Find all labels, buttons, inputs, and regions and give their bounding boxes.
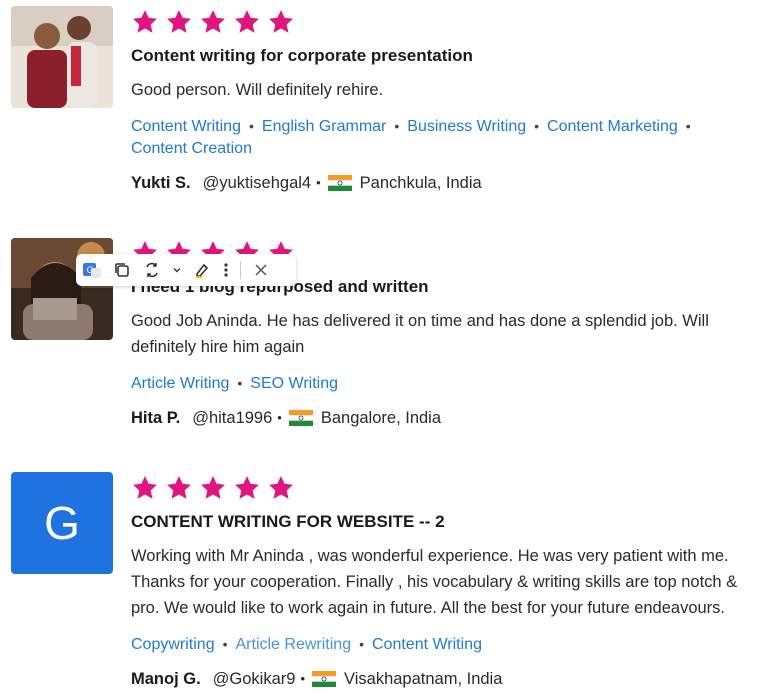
reviewer-name[interactable]: Manoj G.: [131, 668, 201, 690]
skill-link[interactable]: Content Creation: [131, 140, 252, 157]
reviewer-location: Bangalore, India: [320, 409, 442, 427]
skill-link[interactable]: Copywriting: [131, 636, 215, 653]
india-flag-icon: [288, 410, 313, 426]
reviewer-name[interactable]: Hita P.: [131, 407, 180, 429]
rewrite-icon[interactable]: [142, 260, 162, 280]
translate-icon[interactable]: G: [82, 260, 102, 280]
star-icon: [167, 10, 191, 33]
copy-icon[interactable]: [112, 260, 132, 280]
close-icon[interactable]: [251, 260, 271, 280]
skill-link[interactable]: Article Rewriting: [236, 636, 352, 653]
review-text: Good person. Will definitely rehire.: [131, 81, 384, 99]
toolbar-divider: [240, 261, 241, 279]
reviewer-avatar[interactable]: [11, 6, 113, 108]
skill-link[interactable]: SEO Writing: [250, 375, 338, 392]
india-flag-icon: [312, 671, 337, 687]
skill-tags: Copywriting • Article Rewriting • Content Wr…: [131, 636, 482, 653]
reviewer-info: Manoj G. @Gokikar9 • Visakhapatnam, Indi…: [131, 668, 503, 690]
reviewer-location: Visakhapatnam, India: [344, 670, 503, 688]
reviewer-handle: @yuktisehgal4: [202, 174, 312, 192]
skill-link[interactable]: Content Writing: [372, 636, 482, 653]
skill-link[interactable]: Content Writing: [131, 118, 241, 135]
skill-link[interactable]: English Grammar: [262, 118, 386, 135]
review-text: Good Job Aninda. He has delivered it on …: [131, 312, 709, 356]
skill-tags: Article Writing • SEO Writing: [131, 375, 339, 392]
more-options-icon[interactable]: [222, 260, 230, 280]
star-icon: [167, 476, 191, 499]
star-icon: [269, 476, 293, 499]
skill-link[interactable]: Article Writing: [131, 375, 229, 392]
star-icon: [201, 476, 225, 499]
reviewer-avatar[interactable]: G: [11, 472, 113, 574]
review-title: Content writing for corporate presentati…: [131, 46, 473, 65]
reviewer-location: Panchkula, India: [359, 174, 482, 192]
highlight-icon[interactable]: [192, 260, 212, 280]
review-title: CONTENT WRITING FOR WEBSITE -- 2: [131, 512, 445, 531]
star-icon: [133, 10, 157, 33]
star-rating: [131, 471, 760, 505]
reviewer-handle: @hita1996: [192, 409, 273, 427]
floating-toolbar: G: [76, 254, 296, 286]
chevron-down-icon[interactable]: [172, 260, 182, 280]
star-icon: [235, 10, 259, 33]
star-icon: [201, 10, 225, 33]
skill-link[interactable]: Business Writing: [407, 118, 526, 135]
india-flag-icon: [327, 175, 352, 191]
reviewer-info: Yukti S. @yuktisehgal4 • Panchkula, Indi…: [131, 172, 482, 194]
skill-link[interactable]: Content Marketing: [547, 118, 678, 135]
reviewer-name[interactable]: Yukti S.: [131, 172, 191, 194]
skill-tags: Content Writing • English Grammar • Business…: [131, 118, 691, 157]
star-icon: [133, 476, 157, 499]
star-rating: [131, 5, 760, 39]
review-text: Working with Mr Aninda , was wonderful e…: [131, 547, 738, 617]
star-icon: [269, 10, 293, 33]
reviewer-handle: @Gokikar9: [212, 670, 296, 688]
reviewer-info: Hita P. @hita1996 • Bangalore, India: [131, 407, 442, 429]
star-icon: [235, 476, 259, 499]
avatar-letter: G: [44, 497, 80, 549]
